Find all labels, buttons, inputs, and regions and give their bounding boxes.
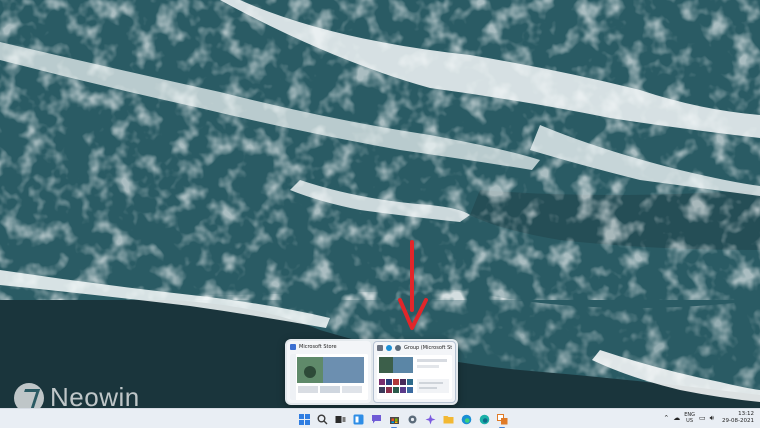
edge-icon xyxy=(386,345,392,351)
edge-icon xyxy=(461,414,471,424)
system-tray: ⌃ ☁ ENG US ▭ 🔊︎ 13:12 29-08-2021 xyxy=(663,411,754,425)
cloud-icon[interactable]: ☁ xyxy=(673,414,680,422)
red-arrow-annotation xyxy=(398,240,428,330)
folder-icon xyxy=(443,415,453,423)
desktop: Neowin Microsoft Store Group (Microsoft … xyxy=(0,0,760,428)
search-icon xyxy=(317,414,327,424)
search-button[interactable] xyxy=(315,412,329,426)
task-view-button[interactable] xyxy=(333,412,347,426)
start-button[interactable] xyxy=(297,412,311,426)
settings-icon xyxy=(408,415,416,423)
edge-beta-icon xyxy=(479,414,489,424)
group-window-icon xyxy=(377,345,383,351)
sparkle-icon xyxy=(425,414,435,424)
taskbar: ⌃ ☁ ENG US ▭ 🔊︎ 13:12 29-08-2021 xyxy=(0,408,760,428)
preview-content xyxy=(290,354,368,400)
region-code: US xyxy=(686,418,694,424)
group-screenshot-image xyxy=(377,355,452,399)
windows-icon xyxy=(298,413,310,425)
taskbar-apps xyxy=(297,412,509,428)
chat-icon xyxy=(371,414,381,423)
clock-date: 29-08-2021 xyxy=(722,418,754,424)
sparkle-app-button[interactable] xyxy=(423,412,437,426)
volume-icon[interactable]: 🔊︎ xyxy=(710,414,714,423)
language-indicator[interactable]: ENG US xyxy=(684,412,695,424)
network-icon[interactable]: ▭ xyxy=(699,414,706,422)
store-screenshot-image xyxy=(290,354,368,400)
clock[interactable]: 13:12 29-08-2021 xyxy=(722,411,754,425)
chat-button[interactable] xyxy=(369,412,383,426)
taskbar-group-preview: Microsoft Store Group (Microsoft S xyxy=(285,339,458,405)
edge-button[interactable] xyxy=(459,412,473,426)
widgets-icon xyxy=(353,414,363,424)
group-button[interactable] xyxy=(495,412,509,428)
preview-window-group[interactable]: Group (Microsoft Stor... xyxy=(373,341,456,403)
widgets-button[interactable] xyxy=(351,412,365,426)
clock-time: 13:12 xyxy=(738,411,754,417)
edge-beta-button[interactable] xyxy=(477,412,491,426)
microsoft-store-button[interactable] xyxy=(387,412,401,428)
store-icon xyxy=(389,416,399,424)
file-explorer-button[interactable] xyxy=(441,412,455,426)
settings-button[interactable] xyxy=(405,412,419,426)
group-icon xyxy=(496,413,507,424)
task-view-icon xyxy=(335,415,345,423)
preview-title: Group (Microsoft Stor... xyxy=(404,345,452,351)
chevron-up-icon[interactable]: ⌃ xyxy=(663,414,669,422)
preview-content xyxy=(377,355,452,399)
preview-window-microsoft-store[interactable]: Microsoft Store xyxy=(287,341,371,403)
store-icon xyxy=(290,344,296,350)
settings-icon xyxy=(395,345,401,351)
preview-title: Microsoft Store xyxy=(299,344,337,350)
